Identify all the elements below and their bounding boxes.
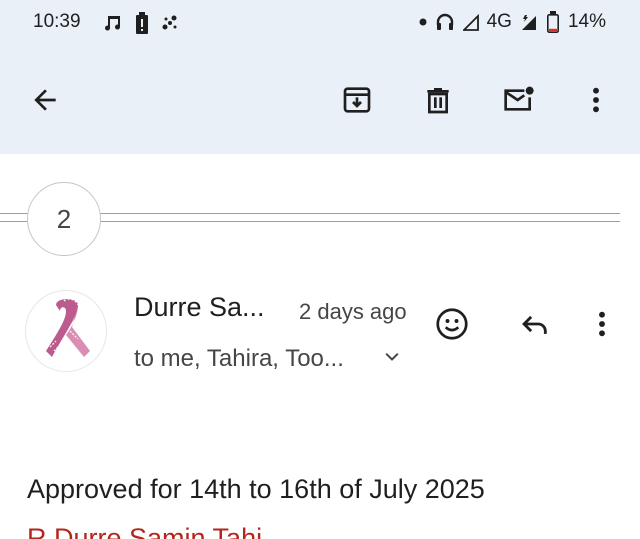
status-bar: 10:39 4G 14%: [0, 0, 640, 48]
chevron-down-icon: [385, 352, 399, 361]
battery-alert-icon: [136, 12, 148, 34]
delete-button[interactable]: [416, 78, 460, 122]
sender-name[interactable]: Durre Sa...: [134, 292, 265, 323]
wifi-call-icon: [521, 15, 536, 30]
add-reaction-button[interactable]: [430, 302, 474, 346]
back-arrow-icon: [34, 89, 56, 111]
message-body-text: Approved for 14th to 16th of July 2025: [27, 474, 485, 504]
emoji-icon: [436, 308, 468, 340]
more-vert-icon: [593, 87, 599, 113]
fan-icon: [162, 15, 177, 30]
headset-icon: [436, 13, 453, 30]
back-button[interactable]: [23, 78, 67, 122]
message-more-options-button[interactable]: [580, 302, 624, 346]
network-type: 4G: [486, 11, 512, 32]
recipients-summary[interactable]: to me, Tahira, Too...: [134, 345, 344, 373]
expand-collapsed-messages-button[interactable]: 2: [27, 182, 101, 256]
music-note-icon: [105, 16, 121, 31]
mark-unread-button[interactable]: [497, 78, 541, 122]
status-right: 4G 14%: [419, 11, 606, 33]
mark-unread-icon: [504, 86, 534, 111]
reply-icon: [522, 315, 547, 334]
archive-icon: [343, 87, 371, 113]
more-options-button[interactable]: [574, 78, 618, 122]
battery-percent: 14%: [567, 11, 606, 32]
battery-icon: [546, 11, 559, 33]
delete-icon: [427, 88, 449, 114]
dot-icon: [419, 18, 427, 26]
top-app-bar: [0, 48, 640, 154]
expand-details-button[interactable]: [382, 347, 402, 372]
status-time: 10:39: [33, 11, 81, 32]
status-left-icons: [103, 12, 179, 34]
more-vert-icon: [599, 311, 605, 337]
collapsed-messages-divider: 2: [0, 160, 640, 280]
sender-avatar[interactable]: [25, 290, 107, 372]
awareness-ribbon-icon: [27, 292, 106, 371]
message-date: 2 days ago: [299, 299, 407, 324]
message-header: Durre Sa... 2 days ago to me, Tahira, To…: [0, 280, 640, 390]
archive-button[interactable]: [335, 78, 379, 122]
quoted-signature-line: R Durre Samin Tahi: [27, 523, 263, 539]
signal-icon: [462, 13, 479, 31]
reply-button[interactable]: [512, 302, 556, 346]
